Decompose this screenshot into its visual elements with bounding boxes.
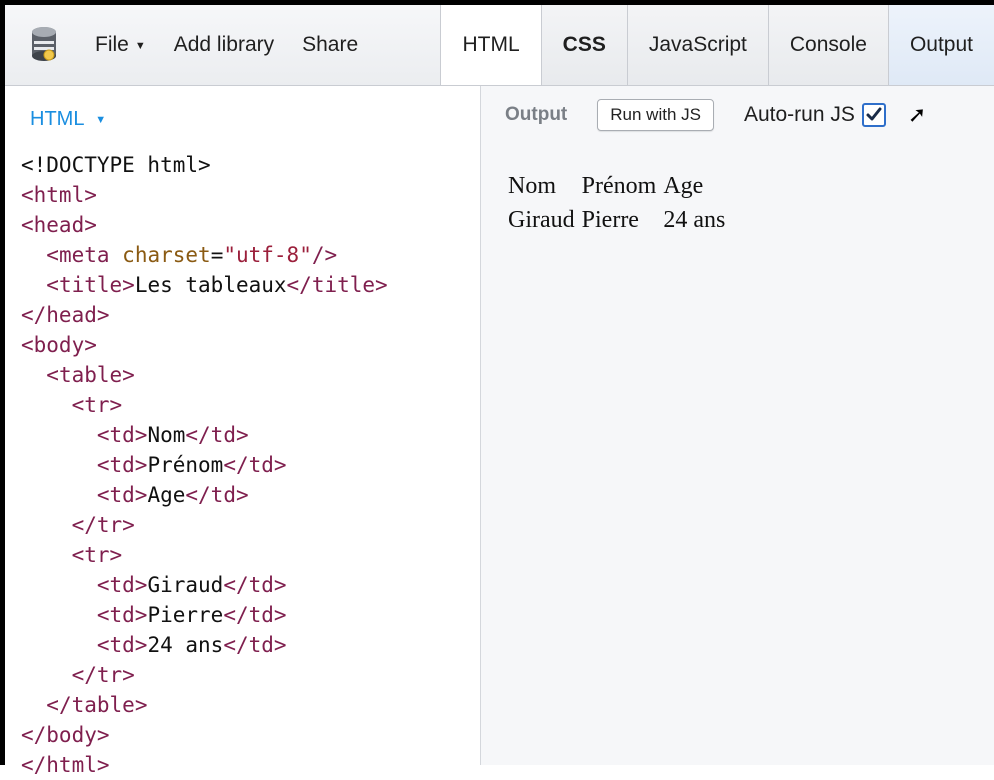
code-line: <td>Pierre</td> bbox=[96, 603, 287, 627]
tab-html[interactable]: HTML bbox=[440, 5, 541, 85]
toolbar: File ▼ Add library Share HTML CSS JavaSc… bbox=[5, 5, 994, 86]
output-label: Output bbox=[505, 104, 568, 125]
add-library-label: Add library bbox=[173, 33, 275, 56]
app-window: File ▼ Add library Share HTML CSS JavaSc… bbox=[0, 0, 994, 777]
code-line: <td>Nom</td> bbox=[96, 423, 249, 447]
database-cylinder-icon[interactable] bbox=[27, 24, 61, 66]
table-row: Giraud Pierre 24 ans bbox=[506, 204, 727, 236]
code-editor[interactable]: <!DOCTYPE html> <html> <head> <meta charse… bbox=[21, 150, 388, 780]
run-with-js-button[interactable]: Run with JS bbox=[597, 99, 714, 131]
code-line: <tr> bbox=[71, 393, 123, 417]
auto-run-label: Auto-run JS bbox=[743, 103, 855, 126]
panel-tabs: HTML CSS JavaScript Console Output bbox=[440, 5, 994, 85]
code-line: <head> bbox=[21, 213, 97, 237]
tab-output-label: Output bbox=[909, 33, 973, 56]
tab-javascript[interactable]: JavaScript bbox=[626, 5, 768, 85]
tab-console-label: Console bbox=[789, 33, 867, 56]
html-editor-pane[interactable]: HTML ▼ <!DOCTYPE html> <html> <head> <meta… bbox=[5, 86, 481, 777]
table-cell: Pierre bbox=[581, 207, 639, 233]
code-line: </body> bbox=[21, 723, 110, 747]
output-header: Output Run with JS Auto-run JS ➚ bbox=[481, 86, 994, 144]
code-line: <td>24 ans</td> bbox=[96, 633, 287, 657]
caret-down-icon: ▼ bbox=[134, 40, 146, 52]
auto-run-toggle[interactable]: Auto-run JS bbox=[744, 103, 886, 127]
code-line: <html> bbox=[21, 183, 97, 207]
file-menu[interactable]: File ▼ bbox=[81, 5, 160, 85]
share-button[interactable]: Share bbox=[288, 5, 372, 85]
language-selector[interactable]: HTML ▼ bbox=[30, 108, 106, 131]
table-row: Nom Prénom Age bbox=[506, 170, 727, 202]
share-label: Share bbox=[302, 33, 359, 56]
code-line: <meta charset="utf-8"/> bbox=[46, 243, 338, 267]
code-line: </head> bbox=[21, 303, 110, 327]
output-pane: Output Run with JS Auto-run JS ➚ Nom Prén… bbox=[481, 86, 994, 765]
tab-css-label: CSS bbox=[562, 33, 606, 56]
arrow-up-right-icon[interactable]: ➚ bbox=[908, 102, 926, 128]
auto-run-checkbox[interactable] bbox=[861, 103, 886, 127]
tab-output[interactable]: Output bbox=[887, 5, 994, 85]
code-line: </html> bbox=[21, 753, 110, 777]
language-label: HTML bbox=[30, 108, 84, 130]
tab-css[interactable]: CSS bbox=[540, 5, 627, 85]
code-line: <body> bbox=[21, 333, 97, 357]
code-line: <td>Giraud</td> bbox=[96, 573, 287, 597]
code-line: <td>Prénom</td> bbox=[96, 453, 287, 477]
table-cell: Nom bbox=[508, 173, 556, 199]
code-line: <tr> bbox=[71, 543, 123, 567]
code-line: </table> bbox=[46, 693, 148, 717]
tab-javascript-label: JavaScript bbox=[648, 33, 747, 56]
add-library-button[interactable]: Add library bbox=[160, 5, 288, 85]
caret-down-icon: ▼ bbox=[95, 114, 107, 126]
code-line: <td>Age</td> bbox=[96, 483, 249, 507]
table-cell: Prénom bbox=[581, 173, 657, 199]
tab-html-label: HTML bbox=[462, 33, 520, 56]
code-line: <title>Les tableaux</title> bbox=[46, 273, 388, 297]
output-table: Nom Prénom Age Giraud Pierre 24 ans bbox=[503, 168, 730, 238]
code-line: <!DOCTYPE html> bbox=[21, 153, 211, 177]
file-menu-label: File bbox=[95, 33, 129, 56]
code-line: </tr> bbox=[71, 513, 135, 537]
table-cell: 24 ans bbox=[663, 207, 726, 233]
code-line: </tr> bbox=[71, 663, 135, 687]
table-cell: Giraud bbox=[508, 207, 575, 233]
code-line: <table> bbox=[46, 363, 135, 387]
tab-console[interactable]: Console bbox=[767, 5, 888, 85]
table-cell: Age bbox=[663, 173, 704, 199]
